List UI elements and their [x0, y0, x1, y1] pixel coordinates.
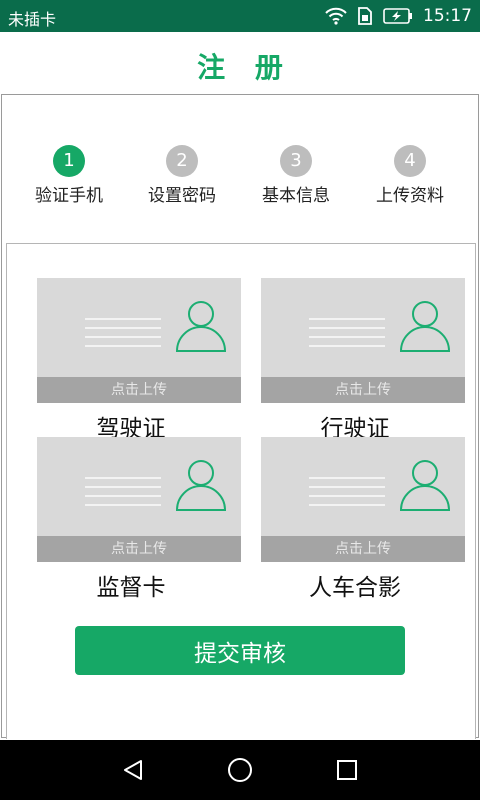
upload-photo-area[interactable]: 点击上传: [37, 278, 241, 403]
carrier-text: 未插卡: [8, 10, 57, 29]
person-placeholder-icon: [399, 300, 451, 356]
step-verify-phone: 1 验证手机: [9, 145, 129, 206]
upload-button[interactable]: 点击上传: [37, 377, 241, 403]
step-number: 1: [53, 145, 85, 177]
upload-panel: 点击上传 驾驶证 点击上传 行驶证 点击上传 监督卡 点击上传 人车合影 提交审…: [6, 243, 476, 739]
wifi-icon: [325, 7, 347, 25]
page-title: 注 册: [197, 51, 293, 84]
card-label: 监督卡: [96, 575, 166, 601]
upload-photo-area[interactable]: 点击上传: [261, 278, 465, 403]
battery-charging-icon: [383, 8, 413, 24]
clock-text: 15:17: [423, 6, 472, 26]
step-label: 基本信息: [262, 186, 330, 206]
step-set-password: 2 设置密码: [122, 145, 242, 206]
step-label: 设置密码: [148, 186, 216, 206]
navigation-bar: [0, 740, 480, 800]
recents-icon[interactable]: [332, 755, 362, 785]
registration-frame: 1 验证手机 2 设置密码 3 基本信息 4 上传资料 点击上传 驾驶证 点击上…: [1, 94, 479, 739]
upload-card-person-vehicle-photo: 点击上传 人车合影: [261, 437, 465, 602]
home-icon[interactable]: [225, 755, 255, 785]
step-upload-docs: 4 上传资料: [350, 145, 470, 206]
placeholder-lines: [309, 477, 385, 513]
upload-card-vehicle-license: 点击上传 行驶证: [261, 278, 465, 443]
submit-review-button[interactable]: 提交审核: [75, 626, 405, 675]
back-icon[interactable]: [118, 755, 148, 785]
card-label: 人车合影: [309, 575, 401, 601]
upload-card-driver-license: 点击上传 驾驶证: [37, 278, 241, 443]
step-number: 2: [166, 145, 198, 177]
step-indicator: 1 验证手机 2 设置密码 3 基本信息 4 上传资料: [2, 145, 478, 206]
step-basic-info: 3 基本信息: [236, 145, 356, 206]
step-label: 验证手机: [35, 186, 103, 206]
status-icons: 15:17: [325, 5, 472, 27]
person-placeholder-icon: [175, 300, 227, 356]
step-label: 上传资料: [376, 186, 444, 206]
header: 注 册: [0, 32, 480, 94]
person-placeholder-icon: [175, 459, 227, 515]
step-number: 4: [394, 145, 426, 177]
placeholder-lines: [309, 318, 385, 354]
sim-icon: [357, 7, 373, 25]
upload-photo-area[interactable]: 点击上传: [261, 437, 465, 562]
upload-photo-area[interactable]: 点击上传: [37, 437, 241, 562]
upload-card-supervision-card: 点击上传 监督卡: [37, 437, 241, 602]
upload-button[interactable]: 点击上传: [261, 377, 465, 403]
person-placeholder-icon: [399, 459, 451, 515]
placeholder-lines: [85, 477, 161, 513]
step-number: 3: [280, 145, 312, 177]
upload-button[interactable]: 点击上传: [261, 536, 465, 562]
status-bar: 未插卡 15:17: [0, 0, 480, 32]
upload-button[interactable]: 点击上传: [37, 536, 241, 562]
placeholder-lines: [85, 318, 161, 354]
